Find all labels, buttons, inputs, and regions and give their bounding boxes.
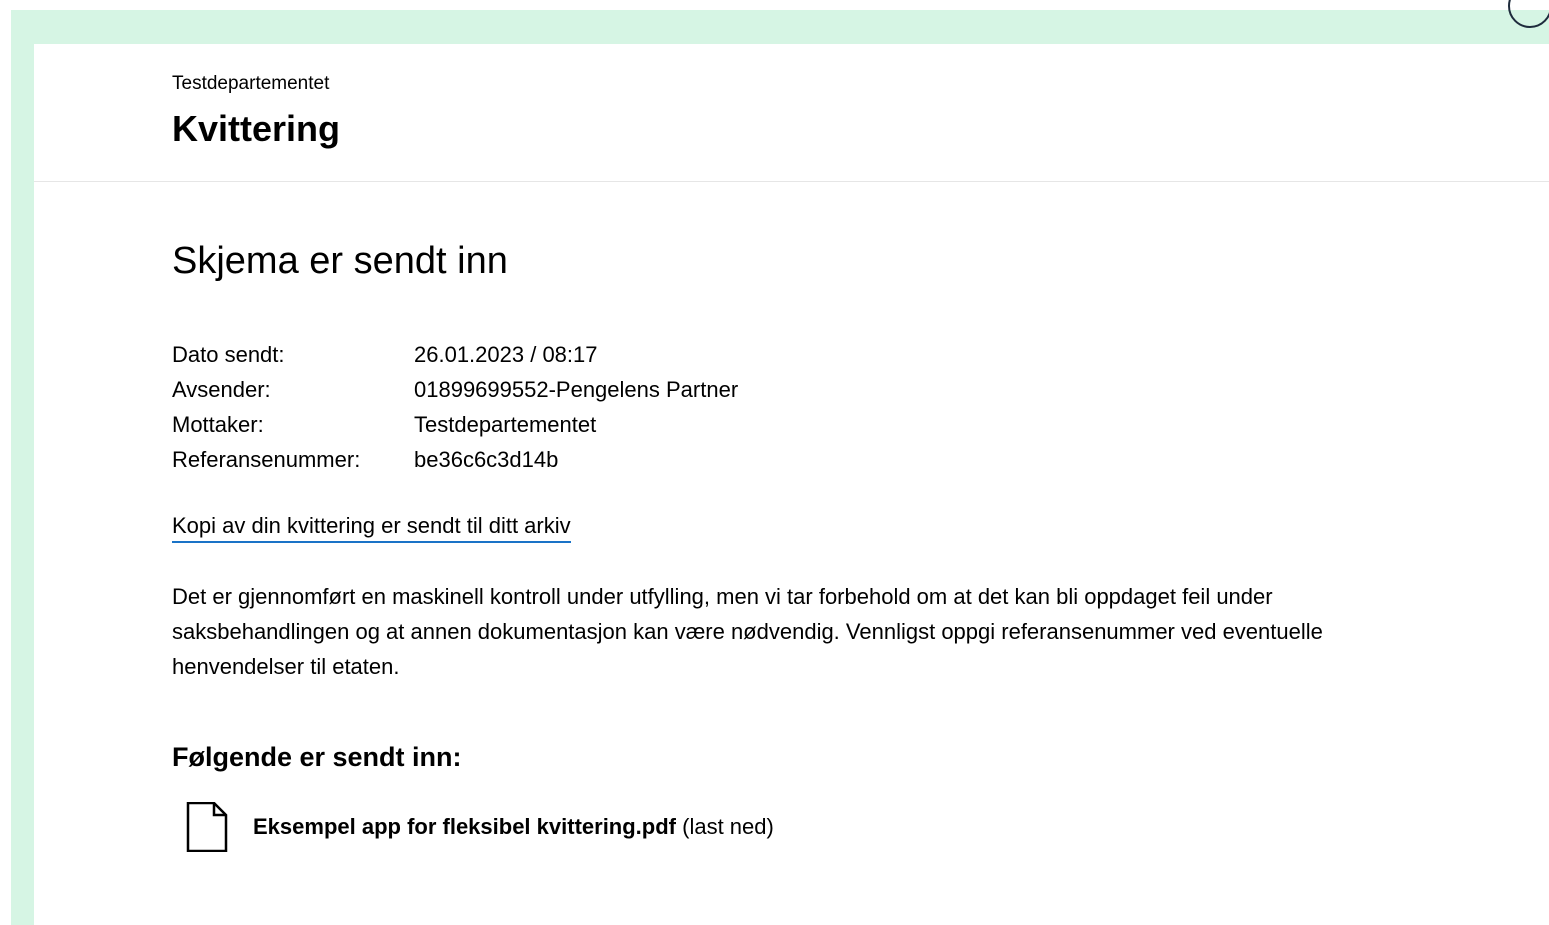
download-link[interactable]: (last ned) bbox=[682, 814, 774, 839]
meta-label: Avsender: bbox=[172, 377, 271, 402]
disclaimer-text: Det er gjennomført en maskinell kontroll… bbox=[172, 584, 1323, 679]
organization-name: Testdepartementet bbox=[172, 73, 330, 94]
submitted-heading: Skjema er sendt inn bbox=[172, 240, 508, 282]
meta-value: be36c6c3d14b bbox=[414, 447, 559, 472]
receipt-panel: Testdepartementet Kvittering Skjema er s… bbox=[34, 44, 1549, 925]
meta-label: Mottaker: bbox=[172, 412, 264, 437]
meta-label: Dato sendt: bbox=[172, 342, 285, 367]
meta-value: 01899699552-Pengelens Partner bbox=[414, 377, 739, 402]
meta-label: Referansenummer: bbox=[172, 447, 361, 472]
attachment-text: Eksempel app for fleksibel kvittering.pd… bbox=[253, 813, 774, 841]
attachments-heading: Følgende er sendt inn: bbox=[172, 742, 462, 772]
meta-value: Testdepartementet bbox=[414, 412, 597, 437]
meta-value: 26.01.2023 / 08:17 bbox=[414, 342, 598, 367]
archive-link[interactable]: Kopi av din kvittering er sendt til ditt… bbox=[172, 511, 571, 543]
receipt-header: Testdepartementet Kvittering bbox=[34, 44, 1549, 182]
page-title: Kvittering bbox=[172, 108, 341, 149]
attachment-file-name[interactable]: Eksempel app for fleksibel kvittering.pd… bbox=[253, 814, 676, 839]
file-icon bbox=[186, 802, 228, 852]
